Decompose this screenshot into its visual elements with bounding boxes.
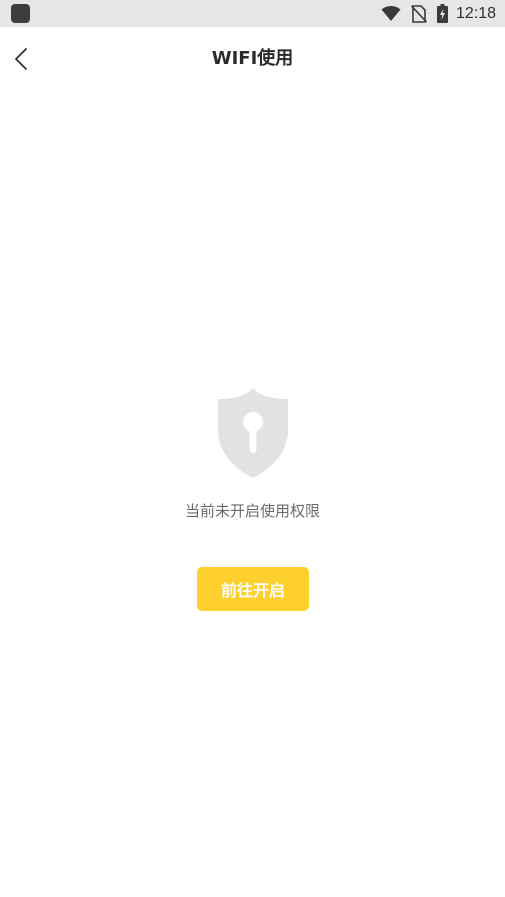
app-header: WIFI使用 [0,27,505,91]
app-notification-icon [11,4,30,23]
no-sim-icon [410,4,427,23]
wifi-icon [381,5,401,21]
status-bar: 12:18 [0,0,505,27]
enable-permission-button[interactable]: 前往开启 [197,567,309,611]
battery-charging-icon [436,4,448,23]
permission-message: 当前未开启使用权限 [184,502,320,520]
shield-lock-icon [218,388,288,478]
status-icons: 12:18 [381,0,496,27]
page-title: WIFI使用 [211,48,294,69]
status-time: 12:18 [455,4,496,22]
